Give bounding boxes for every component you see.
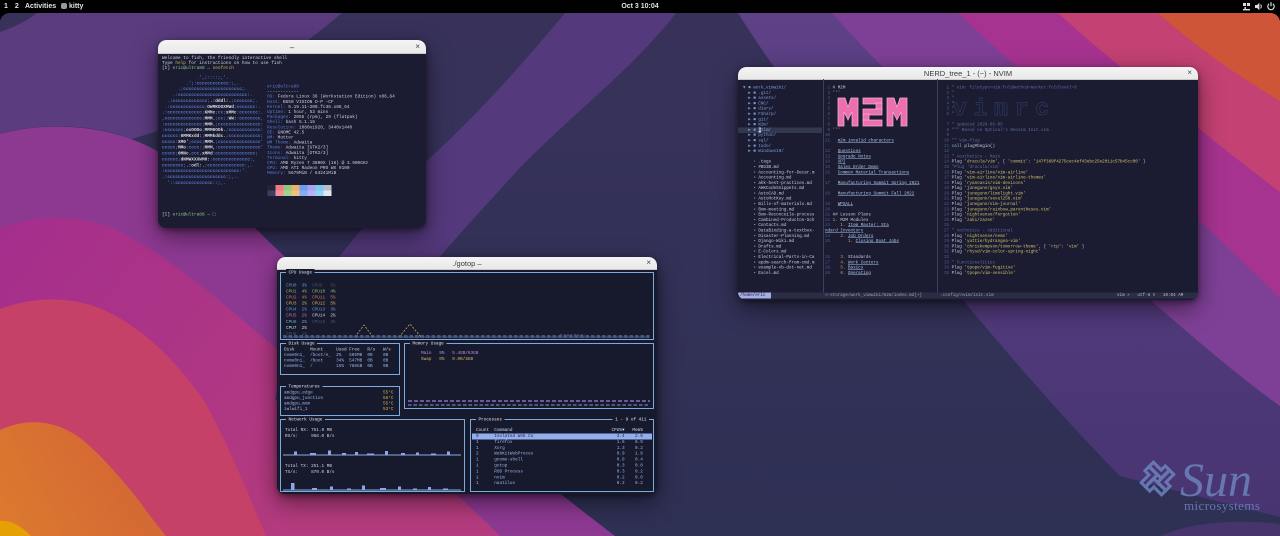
svg-text:vimrc: vimrc [953, 96, 1049, 119]
svg-text:microsystems: microsystems [1184, 498, 1260, 513]
